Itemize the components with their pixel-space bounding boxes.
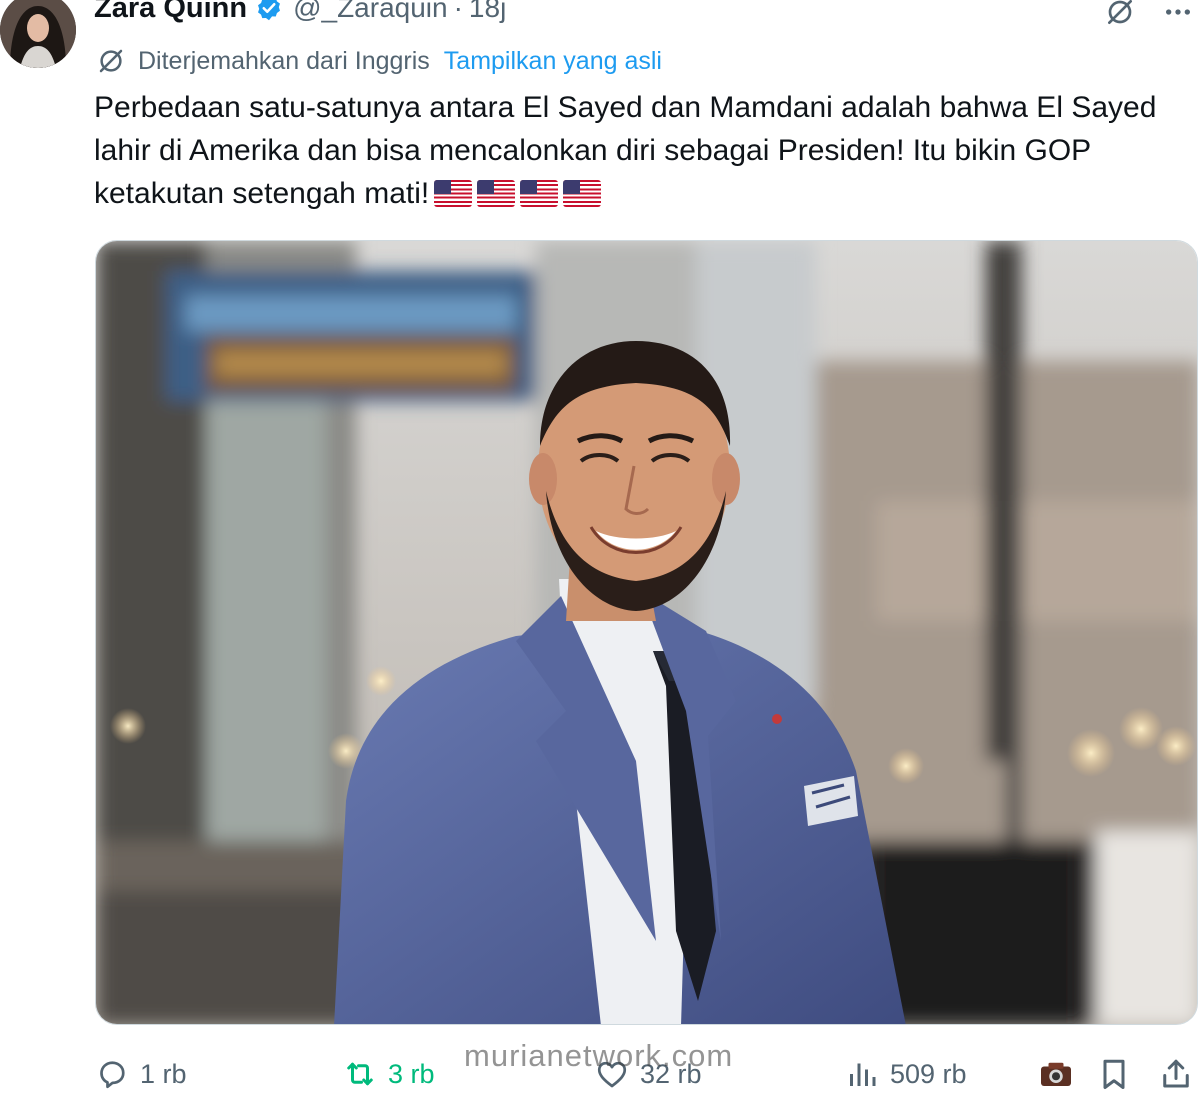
repost-count: 3 rb bbox=[388, 1058, 435, 1089]
author-display-name[interactable]: Zara Quinn bbox=[94, 0, 247, 25]
show-original-link[interactable]: Tampilkan yang asli bbox=[444, 47, 662, 76]
author-avatar[interactable] bbox=[0, 0, 76, 68]
translation-bar: Diterjemahkan dari Inggris Tampilkan yan… bbox=[96, 42, 662, 80]
tweet-timestamp[interactable]: 18j bbox=[469, 0, 506, 24]
translation-note: Diterjemahkan dari Inggris bbox=[138, 46, 430, 75]
tweet-text-body: Perbedaan satu-satunya antara El Sayed d… bbox=[94, 91, 1157, 210]
author-handle[interactable]: @_Zaraquin bbox=[293, 0, 448, 24]
bookmark-button[interactable] bbox=[1096, 1056, 1132, 1092]
us-flag-emoji bbox=[477, 180, 516, 207]
tweet-photo[interactable] bbox=[95, 240, 1198, 1025]
share-button[interactable] bbox=[1158, 1056, 1194, 1092]
tweet-text: Perbedaan satu-satunya antara El Sayed d… bbox=[94, 86, 1164, 215]
header-separator: · bbox=[453, 0, 463, 23]
verified-badge-icon[interactable] bbox=[255, 0, 283, 22]
camera-icon bbox=[1038, 1056, 1074, 1092]
views-button[interactable]: 509 rb bbox=[844, 1056, 967, 1092]
reply-count: 1 rb bbox=[140, 1058, 187, 1089]
views-count: 509 rb bbox=[890, 1058, 967, 1089]
share-icon bbox=[1158, 1056, 1194, 1092]
us-flag-emoji bbox=[520, 180, 559, 207]
us-flag-emoji bbox=[434, 180, 473, 207]
reply-icon bbox=[94, 1056, 130, 1092]
bookmark-icon bbox=[1096, 1056, 1132, 1092]
watermark: murianetwork.com bbox=[464, 1038, 734, 1073]
more-icon[interactable] bbox=[1160, 0, 1196, 30]
repost-button[interactable]: 3 rb bbox=[342, 1056, 435, 1092]
camera-emoji bbox=[1038, 1056, 1074, 1092]
repost-icon bbox=[342, 1056, 378, 1092]
translate-icon bbox=[96, 46, 126, 76]
reply-button[interactable]: 1 rb bbox=[94, 1056, 187, 1092]
grok-icon[interactable] bbox=[1102, 0, 1138, 30]
us-flag-emoji bbox=[563, 180, 602, 207]
tweet-header: Zara Quinn @_Zaraquin · 18j bbox=[94, 0, 506, 28]
views-icon bbox=[844, 1056, 880, 1092]
